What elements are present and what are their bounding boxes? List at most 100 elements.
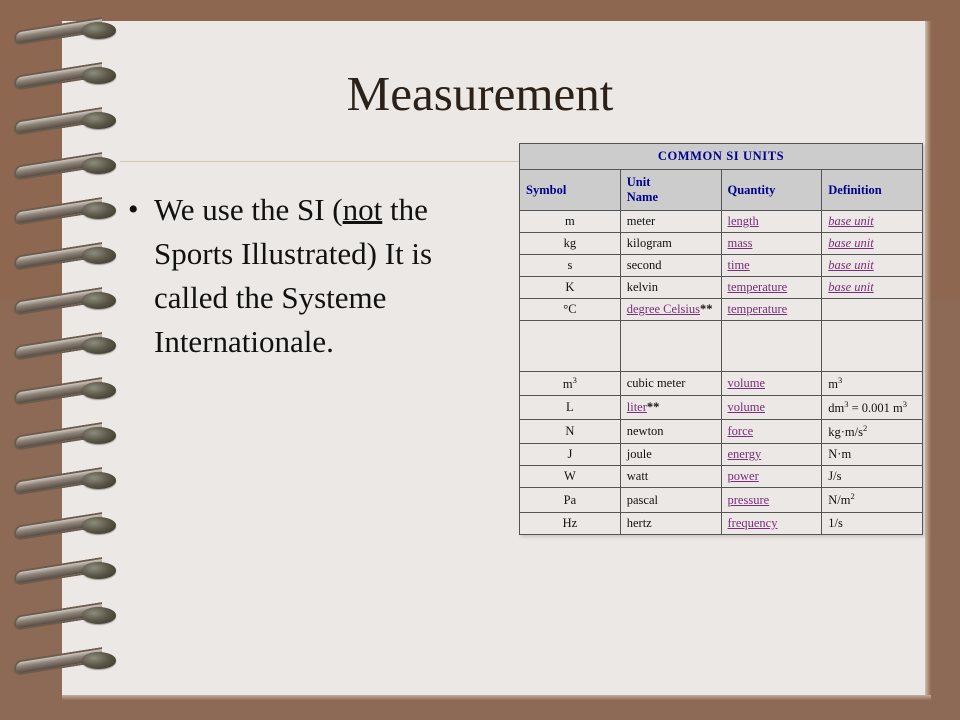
page-edge-bottom (62, 695, 931, 700)
spiral-ring-icon (14, 602, 119, 631)
cell-symbol: Pa (519, 487, 621, 513)
cell-unit-name: cubic meter (619, 370, 722, 397)
bullet-list: • We use the SI (not the Sports Illustrat… (128, 188, 508, 364)
spiral-ring-icon (14, 152, 119, 181)
cell-quantity[interactable]: temperature (720, 276, 823, 299)
cell-definition: N·m (821, 443, 923, 467)
spiral-bead-icon (82, 157, 116, 174)
table-row: Nnewton force kg·m/s2 (519, 419, 923, 445)
cell-definition: m3 (821, 370, 923, 397)
cell-unit-name: pascal (619, 487, 722, 513)
table-row: Kkelvin temperature base unit (519, 276, 923, 299)
cell-symbol (519, 320, 621, 372)
spiral-bead-icon (82, 607, 116, 624)
cell-symbol: s (519, 254, 621, 277)
cell-definition[interactable]: base unit (821, 254, 923, 277)
spiral-bead-icon (82, 292, 116, 309)
bullet-dot-icon: • (128, 193, 139, 226)
cell-definition[interactable]: base unit (821, 232, 923, 255)
cell-definition (821, 320, 923, 372)
cell-quantity[interactable]: frequency (720, 511, 823, 535)
page-title: Measurement (346, 66, 614, 121)
cell-unit-name (619, 320, 722, 372)
spiral-ring-icon (14, 197, 119, 226)
table-row: m3 cubic meter volume m3 (519, 370, 923, 397)
spiral-bead-icon (82, 562, 116, 579)
spiral-bead-icon (82, 427, 116, 444)
cell-unit-name: newton (619, 419, 722, 445)
spiral-ring-icon (14, 62, 119, 91)
cell-unit-name: kelvin (619, 276, 722, 299)
cell-definition: J/s (821, 465, 923, 489)
cell-definition (821, 298, 923, 321)
table-row (519, 320, 923, 372)
spiral-bead-icon (82, 112, 116, 129)
spiral-ring-icon (14, 107, 119, 136)
table-header-row: Symbol Unit Name Quantity Definition (519, 169, 923, 211)
cell-quantity[interactable]: mass (720, 232, 823, 255)
spiral-ring-icon (14, 557, 119, 586)
cell-unit-name: watt (619, 465, 722, 489)
cell-unit-name[interactable]: degree Celsius** (619, 298, 722, 321)
cell-symbol: °C (519, 298, 621, 321)
spiral-ring-icon (14, 377, 119, 406)
page-edge-right (925, 21, 931, 695)
column-header-definition: Definition (821, 169, 923, 211)
si-units-table: COMMON SI UNITS Symbol Unit Name Quantity Def… (519, 143, 923, 535)
bullet-text: We use the SI (not the Sports Illustrate… (154, 192, 433, 359)
cell-definition: dm3 = 0.001 m3 (821, 395, 923, 421)
spiral-bead-icon (82, 22, 116, 39)
spiral-bead-icon (82, 247, 116, 264)
table-row: kg kilogram mass base unit (519, 232, 923, 255)
cell-quantity[interactable]: length (720, 210, 823, 233)
spiral-ring-icon (14, 332, 119, 361)
table-row: s second time base unit (519, 254, 923, 277)
cell-definition: kg·m/s2 (821, 419, 923, 445)
cell-quantity[interactable]: volume (720, 395, 823, 421)
cell-symbol: m (519, 210, 621, 233)
cell-unit-name[interactable]: liter** (619, 395, 722, 421)
cell-symbol: K (519, 276, 621, 299)
spiral-ring-icon (14, 17, 119, 46)
table-row: Hz hertz frequency 1/s (519, 511, 923, 535)
cell-symbol: W (519, 465, 621, 489)
cell-unit-name: second (619, 254, 722, 277)
cell-definition: 1/s (821, 511, 923, 535)
spiral-bead-icon (82, 202, 116, 219)
bullet-item: • We use the SI (not the Sports Illustrat… (128, 188, 508, 364)
cell-quantity[interactable]: temperature (720, 298, 823, 321)
spiral-bead-icon (82, 337, 116, 354)
cell-definition[interactable]: base unit (821, 276, 923, 299)
cell-definition: N/m2 (821, 487, 923, 513)
table-row: Wwatt power J/s (519, 465, 923, 489)
cell-quantity[interactable]: time (720, 254, 823, 277)
cell-quantity[interactable]: volume (720, 370, 823, 397)
table-row: Jjoule energy N·m (519, 443, 923, 467)
table-caption-row: COMMON SI UNITS (519, 143, 923, 170)
column-header-unit-name: Unit Name (619, 169, 722, 211)
table-row: Pa pascal pressure N/m2 (519, 487, 923, 513)
cell-definition[interactable]: base unit (821, 210, 923, 233)
cell-quantity[interactable]: pressure (720, 487, 823, 513)
cell-unit-name: kilogram (619, 232, 722, 255)
table-caption: COMMON SI UNITS (519, 143, 923, 170)
spiral-ring-icon (14, 287, 119, 316)
cell-quantity[interactable]: force (720, 419, 823, 445)
table-row: m meter length base unit (519, 210, 923, 233)
cell-quantity[interactable]: energy (720, 443, 823, 467)
cell-quantity[interactable]: power (720, 465, 823, 489)
spiral-ring-icon (14, 242, 119, 271)
column-header-symbol: Symbol (519, 169, 621, 211)
spiral-bead-icon (82, 67, 116, 84)
cell-symbol: J (519, 443, 621, 467)
cell-symbol: Hz (519, 511, 621, 535)
spiral-bead-icon (82, 652, 116, 669)
spiral-ring-icon (14, 422, 119, 451)
spiral-bead-icon (82, 382, 116, 399)
cell-symbol: kg (519, 232, 621, 255)
spiral-bead-icon (82, 517, 116, 534)
spiral-ring-icon (14, 512, 119, 541)
table-row: Lliter** volume dm3 = 0.001 m3 (519, 395, 923, 421)
cell-unit-name: meter (619, 210, 722, 233)
spiral-binding (0, 0, 130, 720)
